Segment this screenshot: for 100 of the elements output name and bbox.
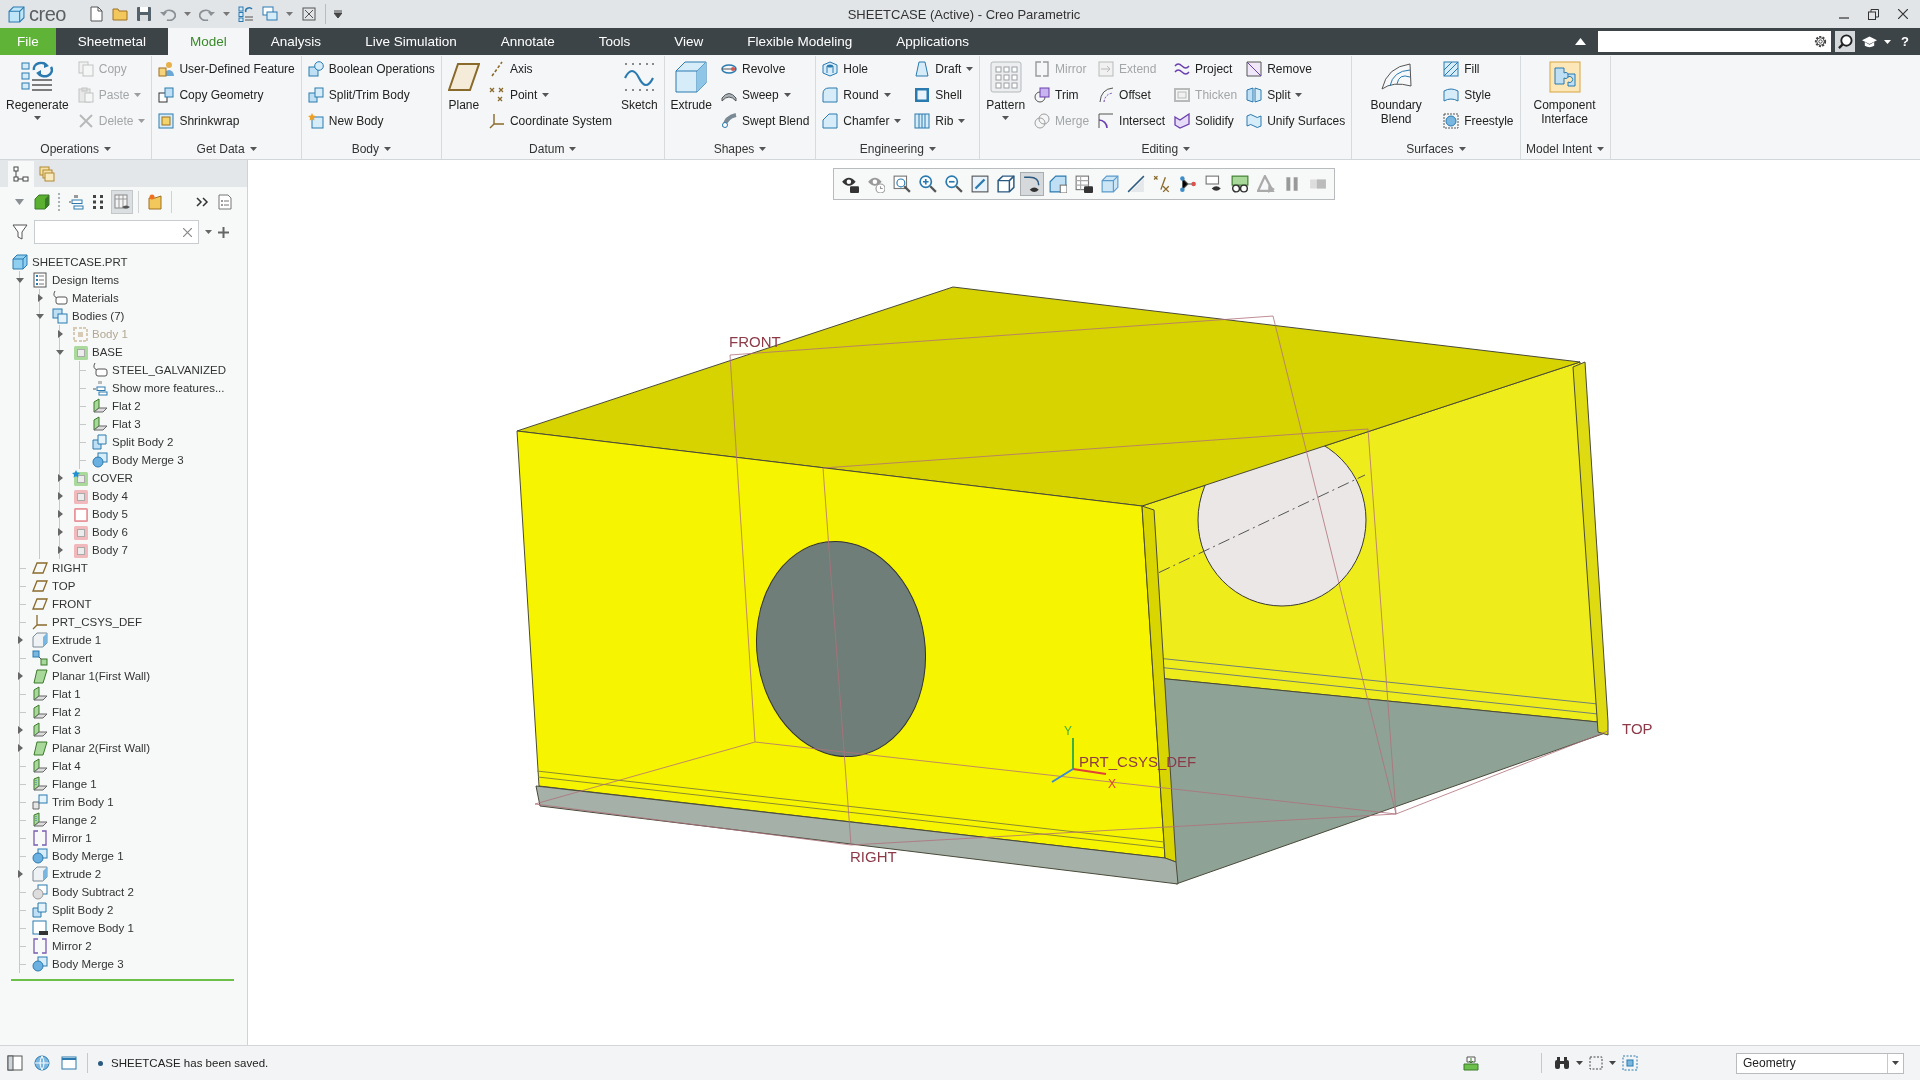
caret-right-icon[interactable] [57, 474, 63, 482]
filter-dropdown[interactable]: Geometry [1736, 1052, 1904, 1074]
ribbon-tab[interactable]: Model [168, 28, 249, 55]
tree-item[interactable]: Extrude 1 [32, 632, 102, 648]
group-menu[interactable]: Model Intent [1520, 139, 1610, 159]
ribbon-button[interactable]: Hole [819, 56, 905, 82]
tree-item[interactable]: Body Merge 1 [32, 848, 124, 864]
filter-icon[interactable] [12, 224, 28, 240]
ribbon-button[interactable]: Split [1243, 82, 1349, 108]
group-menu[interactable]: Get Data [152, 139, 301, 159]
help-button[interactable]: ? [1898, 34, 1912, 49]
binoculars-icon[interactable] [1554, 1056, 1570, 1070]
tree-item[interactable]: PRT_CSYS_DEF [32, 614, 142, 630]
floppy-icon[interactable] [135, 6, 152, 22]
ribbon-tab[interactable]: Annotate [478, 28, 577, 55]
caret-right-icon[interactable] [57, 546, 63, 554]
tree-item[interactable]: COVER [72, 470, 133, 486]
ribbon-button[interactable]: Offset [1095, 82, 1169, 108]
tree-item[interactable]: Remove Body 1 [32, 920, 134, 936]
ribbon-tab[interactable]: Sheetmetal [55, 28, 169, 55]
ribbon-button[interactable]: Axis [485, 56, 615, 82]
tree-item[interactable]: Body Merge 3 [92, 452, 184, 468]
tree-item[interactable]: Body 6 [72, 524, 128, 540]
ribbon-button[interactable]: Boolean Operations [304, 56, 438, 82]
tree-item[interactable]: Bodies (7) [52, 308, 125, 324]
restore-icon[interactable] [1868, 8, 1879, 20]
tree-item[interactable]: Flat 2 [92, 398, 141, 414]
ribbon-button[interactable]: Solidify [1171, 108, 1241, 134]
tree-item[interactable]: Body 7 [72, 542, 128, 558]
caret-icon[interactable] [1576, 1061, 1583, 1065]
panel-tab[interactable] [8, 161, 34, 187]
ribbon-button[interactable]: Shrinkwrap [155, 108, 298, 134]
tree-item[interactable]: RIGHT [32, 560, 88, 576]
caret-right-icon[interactable] [17, 672, 23, 680]
boxed-x-icon[interactable] [300, 6, 317, 22]
ribbon-button[interactable]: New Body [304, 108, 438, 134]
toolbar-button[interactable] [1072, 172, 1096, 196]
group-menu[interactable]: Editing [980, 139, 1352, 159]
tree-item[interactable]: Planar 2(First Wall) [32, 740, 150, 756]
mortarboard-icon[interactable] [1862, 35, 1878, 48]
ribbon-button[interactable]: Trim [1031, 82, 1093, 108]
group-menu[interactable]: Datum [441, 139, 664, 159]
tree-item[interactable]: Mirror 2 [32, 938, 92, 954]
ribbon-button[interactable]: Component Interface [1523, 56, 1606, 139]
caret-right-icon[interactable] [17, 726, 23, 734]
close-icon[interactable] [1898, 9, 1908, 19]
chevron-up-icon[interactable] [1575, 38, 1587, 45]
group-menu[interactable]: Engineering [816, 139, 980, 159]
ribbon-tab[interactable]: Flexible Modeling [725, 28, 875, 55]
window-panel-icon[interactable] [7, 1055, 23, 1071]
ribbon-button[interactable]: Regenerate [3, 56, 72, 139]
group-menu[interactable]: Shapes [664, 139, 816, 159]
tree-item[interactable]: Show more features... [92, 380, 225, 396]
ribbon-button[interactable]: Fill [1440, 56, 1517, 82]
toolbar-button[interactable] [994, 172, 1018, 196]
search-field[interactable] [1598, 31, 1832, 52]
ribbon-button[interactable]: Sweep [717, 82, 813, 108]
caret-icon[interactable] [1609, 1061, 1616, 1065]
caret-right-icon[interactable] [37, 294, 43, 302]
tree-item[interactable]: Flat 2 [32, 704, 81, 720]
ribbon-button[interactable]: Style [1440, 82, 1517, 108]
ribbon-button[interactable]: Round [819, 82, 905, 108]
ribbon-button[interactable]: Split/Trim Body [304, 82, 438, 108]
caret-down-icon[interactable] [56, 349, 64, 355]
tree-item[interactable]: Flat 1 [32, 686, 81, 702]
ribbon-button[interactable]: Copy Geometry [155, 82, 298, 108]
caret-right-icon[interactable] [57, 510, 63, 518]
caret-right-icon[interactable] [17, 636, 23, 644]
ribbon-button[interactable]: Chamfer [819, 108, 905, 134]
curved-arrow-icon[interactable] [159, 7, 176, 21]
caret-icon[interactable] [333, 10, 342, 18]
ribbon-button[interactable]: Coordinate System [485, 108, 615, 134]
ribbon-tab[interactable]: Applications [874, 28, 992, 55]
ribbon-tab[interactable]: View [652, 28, 726, 55]
caret-icon[interactable] [1884, 39, 1892, 44]
ribbon-button[interactable]: Freestyle [1440, 108, 1517, 134]
ribbon-button[interactable]: Sketch [617, 56, 661, 139]
plus-icon[interactable] [218, 226, 229, 238]
curved-arrow-icon[interactable] [198, 7, 215, 21]
ribbon-button[interactable]: Rib [911, 108, 977, 134]
group-menu[interactable]: Surfaces [1352, 139, 1520, 159]
tree-item[interactable]: SHEETCASE.PRT [12, 254, 128, 270]
ribbon-button[interactable]: Extrude [667, 56, 715, 139]
tree-item[interactable]: Trim Body 1 [32, 794, 114, 810]
caret-down-icon[interactable] [36, 313, 44, 319]
tree-item[interactable]: BASE [72, 344, 123, 360]
ribbon-button[interactable]: Unify Surfaces [1243, 108, 1349, 134]
ribbon-button[interactable]: Shell [911, 82, 977, 108]
ribbon-button[interactable]: Draft [911, 56, 977, 82]
tree-item[interactable]: Convert [32, 650, 93, 666]
tree-item[interactable]: Split Body 2 [92, 434, 174, 450]
tree-item[interactable]: Flange 2 [32, 812, 97, 828]
search-button[interactable] [1835, 31, 1856, 52]
caret-right-icon[interactable] [17, 744, 23, 752]
dashed-grid-icon[interactable] [1622, 1055, 1638, 1071]
caret-down-icon[interactable] [16, 277, 24, 283]
toolbar-button[interactable] [1020, 172, 1044, 196]
ribbon-button[interactable]: Intersect [1095, 108, 1169, 134]
tree-item[interactable]: STEEL_GALVANIZED [92, 362, 226, 378]
page-icon[interactable] [87, 6, 104, 22]
